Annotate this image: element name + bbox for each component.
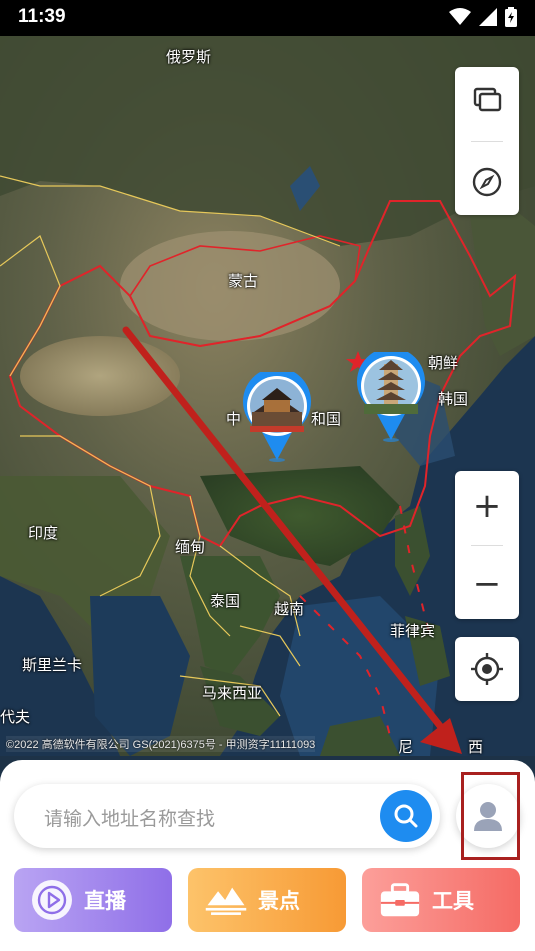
- wifi-icon: [449, 8, 471, 25]
- spots-icon-wrap: [204, 878, 248, 922]
- satellite-map[interactable]: 俄罗斯 蒙古 朝鲜 韩国 中 和国 印度 缅甸 泰国 越南 菲律宾 斯里兰卡 马…: [0, 36, 535, 756]
- toolbox-icon: [380, 883, 420, 917]
- map-copyright: ©2022 高德软件有限公司 GS(2021)6375号 - 甲测资字11111…: [6, 736, 316, 752]
- map-label-sri-lanka: 斯里兰卡: [22, 656, 83, 674]
- live-tile[interactable]: 直播: [14, 868, 172, 932]
- map-label-myanmar: 缅甸: [175, 538, 206, 556]
- compass-icon: [472, 167, 502, 197]
- live-icon-wrap: [30, 878, 74, 922]
- map-label-philippines: 菲律宾: [390, 622, 436, 640]
- compass-button[interactable]: [455, 149, 519, 215]
- map-label-china-a: 中: [226, 410, 242, 428]
- status-time: 11:39: [18, 6, 66, 27]
- zoom-out-button[interactable]: −: [455, 549, 519, 619]
- search-bar[interactable]: 请输入地址名称查找: [14, 784, 440, 848]
- highlight-annotation: [461, 772, 520, 860]
- layers-button[interactable]: [455, 67, 519, 133]
- zoom-panel: + −: [455, 471, 519, 619]
- zoom-in-button[interactable]: +: [455, 471, 519, 541]
- bottom-panel: 请输入地址名称查找 直播 景点 工具: [0, 760, 535, 951]
- battery-icon: [505, 7, 517, 27]
- status-icons: [449, 7, 517, 27]
- locate-icon: [471, 653, 503, 685]
- locate-button-inner: [455, 637, 519, 701]
- tower-pin-icon: [357, 347, 425, 442]
- map-label-thailand: 泰国: [210, 592, 241, 610]
- play-icon: [32, 880, 72, 920]
- map-label-russia: 俄罗斯: [166, 48, 212, 66]
- map-label-south-korea: 韩国: [438, 390, 469, 408]
- pagoda-pin-icon: [243, 367, 311, 462]
- search-icon: [394, 804, 418, 828]
- map-label-mongolia: 蒙古: [228, 272, 259, 290]
- map-label-indonesia-a: 尼: [398, 738, 414, 756]
- map-label-north-korea: 朝鲜: [428, 354, 459, 372]
- live-label: 直播: [84, 889, 126, 913]
- scenic-pin-1[interactable]: [240, 367, 314, 462]
- spots-label: 景点: [258, 889, 300, 913]
- tools-tile[interactable]: 工具: [362, 868, 520, 932]
- layers-icon: [473, 87, 502, 112]
- signal-icon: [479, 8, 497, 26]
- map-label-china-b: 和国: [311, 410, 342, 428]
- spots-tile[interactable]: 景点: [188, 868, 346, 932]
- scenic-pin-2[interactable]: [354, 347, 428, 442]
- tools-icon-wrap: [378, 878, 422, 922]
- map-label-indonesia-b: 西: [468, 738, 484, 756]
- tools-separator: [471, 141, 503, 142]
- status-bar: 11:39: [0, 0, 535, 36]
- mountain-icon: [205, 887, 247, 915]
- zoom-separator: [471, 545, 503, 546]
- tools-label: 工具: [432, 889, 474, 913]
- locate-button[interactable]: [455, 637, 519, 701]
- search-button[interactable]: [380, 790, 432, 842]
- map-label-maldives: 代夫: [0, 708, 31, 726]
- map-label-malaysia: 马来西亚: [202, 684, 263, 702]
- map-label-india: 印度: [28, 524, 59, 542]
- search-input[interactable]: 请输入地址名称查找: [44, 804, 215, 831]
- map-label-vietnam: 越南: [274, 600, 305, 618]
- map-tools-panel: [455, 67, 519, 215]
